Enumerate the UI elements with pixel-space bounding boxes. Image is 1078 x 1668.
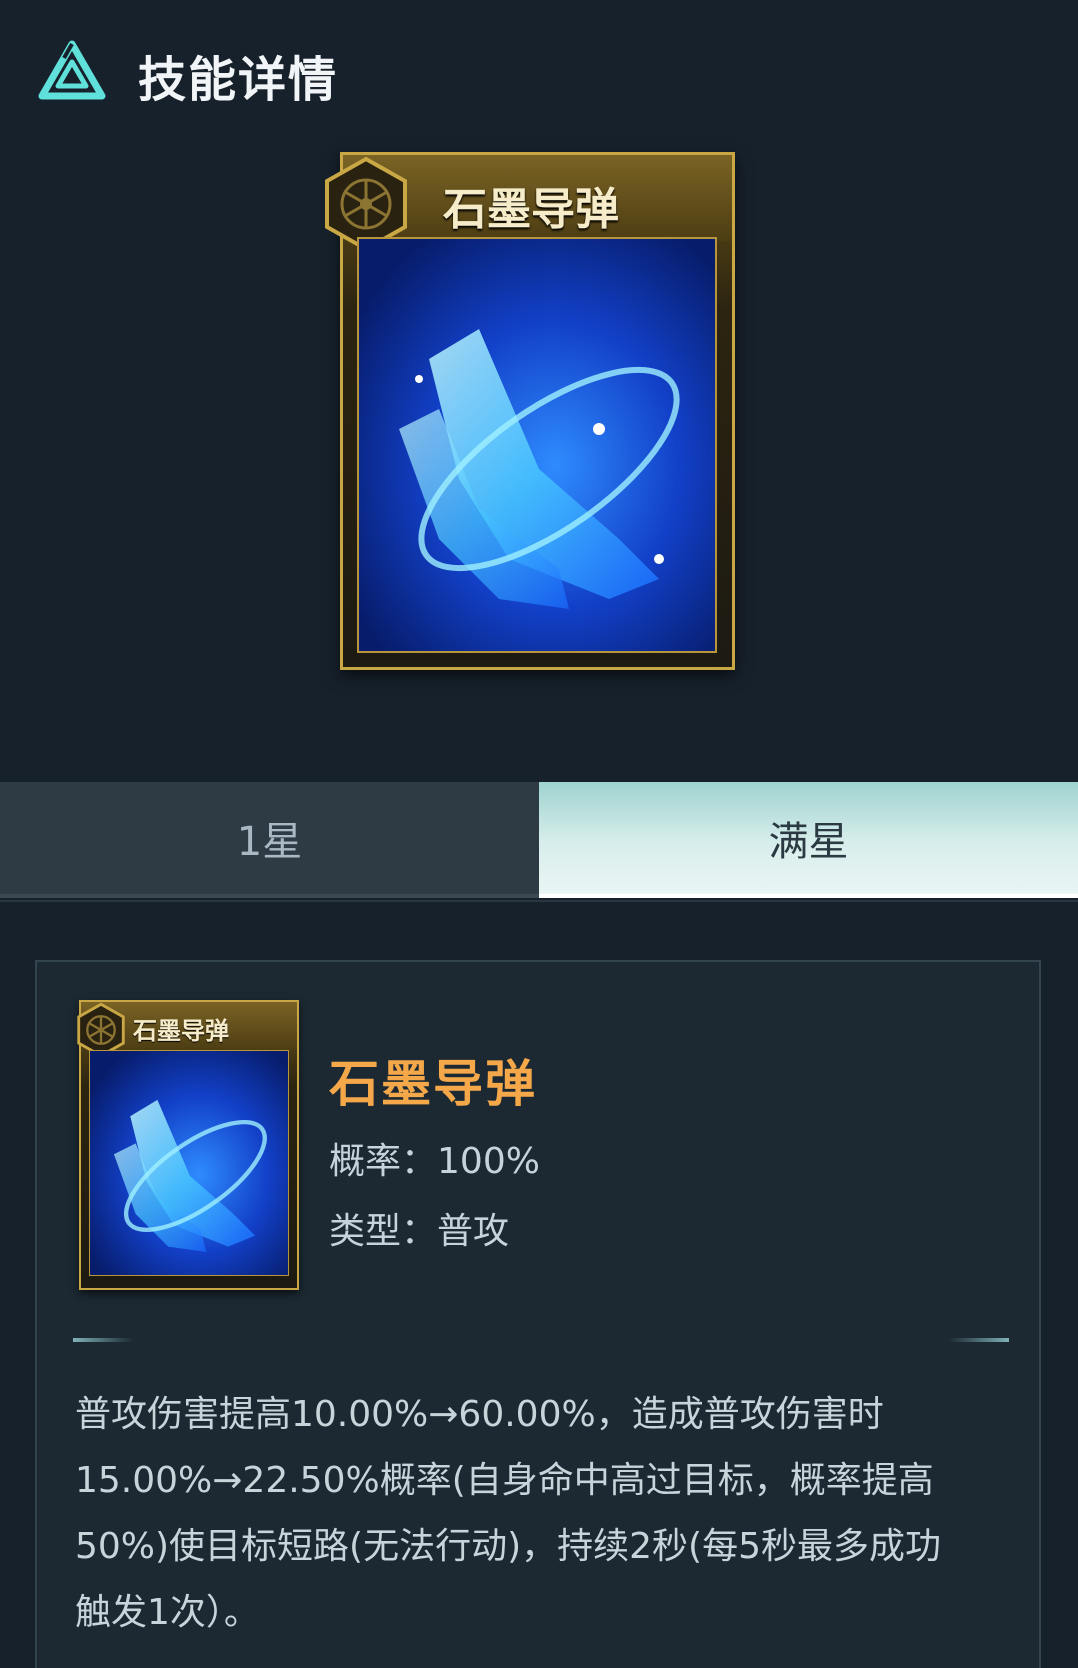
probability-value: 100% xyxy=(437,1141,540,1182)
description-line: 普攻伤害提高10.00%→60.00%，造成普攻伤害时 xyxy=(75,1394,884,1435)
type-value: 普攻 xyxy=(437,1211,510,1252)
description-line: 15.00%→22.50%概率(自身命中高过目标，概率提高 xyxy=(75,1460,934,1501)
description-line: 50%)使目标短路(无法行动)，持续2秒(每5秒最多成功 xyxy=(75,1526,942,1567)
skill-description: 普攻伤害提高10.00%→60.00%，造成普攻伤害时 15.00%→22.50… xyxy=(75,1382,1015,1646)
tab-1-star[interactable]: 1星 xyxy=(0,782,539,898)
card-name: 石墨导弹 xyxy=(133,1016,229,1045)
divider-right xyxy=(949,1338,1009,1342)
star-tabs: 1星 满星 xyxy=(0,782,1078,900)
type-row: 类型：普攻 xyxy=(329,1202,509,1254)
probability-row: 概率：100% xyxy=(329,1132,540,1184)
skill-card-small: 石墨导弹 xyxy=(77,1000,299,1290)
divider-left xyxy=(73,1338,133,1342)
tab-max-star[interactable]: 满星 xyxy=(539,782,1078,898)
tabs-divider xyxy=(0,900,1078,902)
blue-boots-art-icon xyxy=(357,237,717,653)
skill-name: 石墨导弹 xyxy=(329,1055,537,1113)
skill-card-large: 石墨导弹 xyxy=(325,152,735,670)
card-name: 石墨导弹 xyxy=(443,184,619,235)
page-title: 技能详情 xyxy=(138,52,339,108)
header: 技能详情 xyxy=(0,0,1078,140)
skill-detail-page: 技能详情 石墨导弹 1星 满星 石墨导弹 石墨导弹 概率：100% 类型：普攻 … xyxy=(0,0,1078,1668)
probability-label: 概率： xyxy=(329,1141,438,1182)
skill-detail-panel: 石墨导弹 石墨导弹 概率：100% 类型：普攻 普攻伤害提高10.00%→60.… xyxy=(35,960,1041,1668)
blue-boots-art-icon xyxy=(89,1050,289,1276)
description-line: 触发1次）。 xyxy=(75,1592,260,1633)
type-label: 类型： xyxy=(329,1211,438,1252)
triangle-logo-icon xyxy=(38,40,106,100)
